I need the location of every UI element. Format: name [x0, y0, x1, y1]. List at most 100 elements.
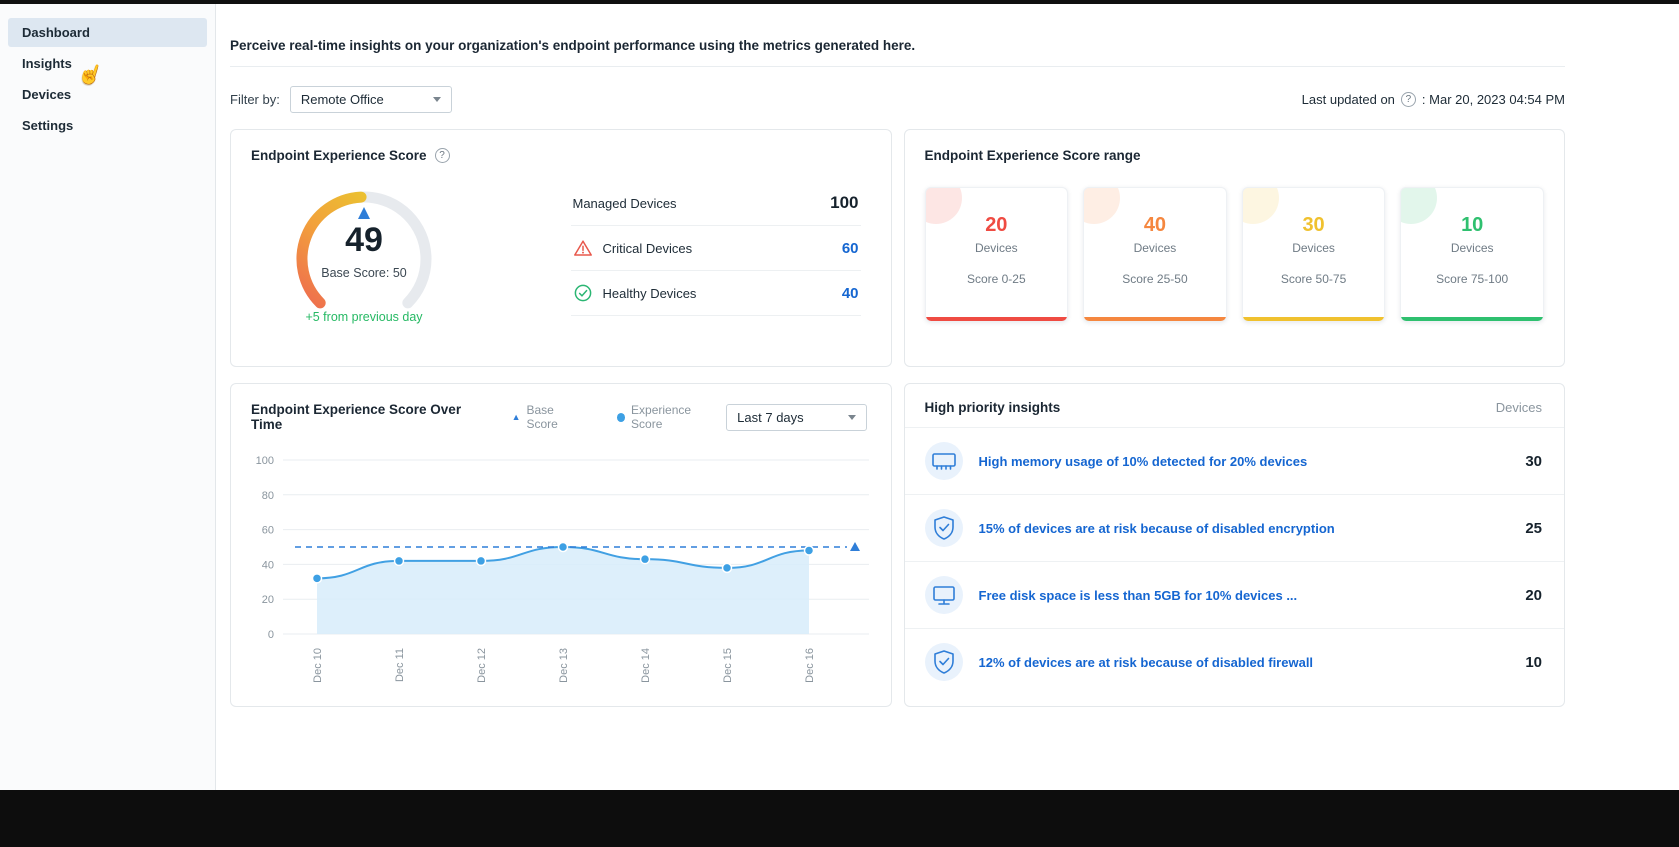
sidebar-item-label: Devices [22, 87, 72, 102]
insight-row-firewall: 12% of devices are at risk because of di… [905, 629, 1565, 695]
stat-label: Managed Devices [572, 195, 677, 211]
healthy-devices-count: 40 [841, 284, 859, 302]
score-trend-chart: 0 20 40 60 80 100 Dec 10 Dec 11 Dec 12 Dec 13 Dec … [256, 455, 869, 683]
insight-link[interactable]: Free disk space is less than 5GB for 10%… [979, 588, 1298, 603]
divider [230, 66, 1565, 67]
chevron-down-icon [847, 414, 856, 420]
score-range-list: 20 Devices Score 0-25 40 Devices Score 2… [905, 163, 1565, 322]
dot-marker-icon [616, 412, 626, 422]
range-box-50-75[interactable]: 30 Devices Score 50-75 [1241, 187, 1386, 322]
range-color-bar [1242, 317, 1385, 321]
sidebar-item-insights[interactable]: Insights [8, 49, 207, 78]
filter-by-label: Filter by: [230, 91, 280, 107]
chart-area: 0 20 40 60 80 100 Dec 10 Dec 11 Dec 12 Dec 13 Dec … [231, 432, 891, 703]
legend-base-score[interactable]: ▲ Base Score [512, 403, 583, 431]
insight-row-memory: High memory usage of 10% detected for 20… [904, 428, 1564, 495]
check-circle-icon [573, 283, 593, 303]
insight-row-encryption: 15% of devices are at risk because of di… [904, 495, 1564, 562]
svg-text:20: 20 [262, 594, 274, 606]
period-dropdown[interactable]: Last 7 days [726, 403, 867, 431]
card-title: High priority insights [924, 400, 1061, 415]
insight-link[interactable]: 12% of devices are at risk because of di… [979, 655, 1314, 670]
card-title: Endpoint Experience Score [251, 148, 427, 163]
critical-devices-count: 60 [841, 239, 859, 257]
base-score-marker-icon [358, 207, 370, 219]
app-window: Dashboard Insights Devices Settings ☝ Pe… [0, 4, 1679, 790]
range-devices-label: Devices [1133, 241, 1177, 255]
gauge-score-value: 49 [345, 221, 383, 259]
main-content: Perceive real-time insights on your orga… [217, 4, 1679, 790]
insight-link[interactable]: High memory usage of 10% detected for 20… [979, 454, 1308, 469]
score-over-time-card: Endpoint Experience Score Over Time ▲ Ba… [230, 383, 892, 707]
svg-text:0: 0 [268, 629, 274, 641]
stat-label: Critical Devices [602, 240, 693, 256]
monitor-icon [924, 576, 963, 614]
chevron-down-icon [432, 96, 441, 102]
range-color-bar [1401, 317, 1543, 321]
experience-score-card: Endpoint Experience Score ? 49 Base Scor… [230, 129, 892, 367]
sidebar-item-settings[interactable]: Settings [8, 111, 207, 140]
sidebar: Dashboard Insights Devices Settings ☝ [0, 4, 216, 790]
range-devices-label: Devices [974, 241, 1018, 255]
bottom-black-bar [0, 790, 1679, 847]
range-box-75-100[interactable]: 10 Devices Score 75-100 [1400, 187, 1544, 322]
filter-dropdown-value: Remote Office [300, 91, 384, 107]
stat-label: Healthy Devices [602, 285, 697, 301]
range-devices-label: Devices [1450, 241, 1494, 255]
devices-column-header: Devices [1495, 400, 1542, 415]
range-score-label: Score 25-50 [1122, 272, 1188, 286]
insight-link[interactable]: 15% of devices are at risk because of di… [979, 521, 1335, 536]
svg-text:40: 40 [262, 559, 274, 571]
insight-device-count: 10 [1525, 653, 1542, 671]
sidebar-item-label: Settings [22, 118, 74, 133]
managed-devices-count: 100 [830, 193, 859, 212]
shield-check-icon [924, 509, 963, 547]
range-device-count: 30 [1302, 214, 1325, 236]
memory-icon [924, 442, 963, 480]
range-device-count: 10 [1461, 214, 1484, 236]
svg-text:Dec 12: Dec 12 [476, 648, 488, 683]
gauge-delta-text: +5 from previous day [305, 310, 423, 324]
range-box-0-25[interactable]: 20 Devices Score 0-25 [924, 187, 1069, 322]
svg-text:Dec 13: Dec 13 [558, 648, 570, 683]
svg-text:100: 100 [256, 455, 274, 467]
sidebar-item-devices[interactable]: Devices [8, 80, 207, 109]
svg-text:60: 60 [262, 525, 274, 537]
page-description: Perceive real-time insights on your orga… [230, 38, 916, 53]
insights-header: High priority insights Devices [904, 384, 1564, 428]
insight-row-disk-space: Free disk space is less than 5GB for 10%… [904, 562, 1564, 629]
filter-row: Filter by: Remote Office Last updated on… [230, 85, 1565, 113]
top-black-bar [0, 0, 1679, 4]
card-title: Endpoint Experience Score range [924, 148, 1141, 163]
high-priority-insights-card: High priority insights Devices High memo… [903, 383, 1565, 707]
svg-text:Dec 16: Dec 16 [804, 648, 816, 683]
warning-triangle-icon [573, 238, 593, 258]
legend-experience-score[interactable]: Experience Score [616, 403, 718, 431]
triangle-marker-icon: ▲ [511, 411, 521, 422]
screen: Dashboard Insights Devices Settings ☝ Pe… [0, 0, 1679, 847]
svg-text:Dec 14: Dec 14 [640, 648, 652, 683]
critical-devices-row: Critical Devices 60 [570, 226, 861, 271]
svg-text:Dec 10: Dec 10 [312, 648, 324, 683]
sidebar-item-dashboard[interactable]: Dashboard [8, 18, 207, 47]
range-box-25-50[interactable]: 40 Devices Score 25-50 [1083, 187, 1227, 322]
filter-dropdown[interactable]: Remote Office [289, 85, 452, 113]
managed-devices-row: Managed Devices 100 [570, 181, 861, 226]
gauge-base-score-label: Base Score: 50 [321, 266, 407, 280]
range-score-label: Score 75-100 [1436, 272, 1509, 286]
range-color-bar [1084, 317, 1226, 321]
svg-text:Dec 15: Dec 15 [722, 648, 734, 683]
healthy-devices-row: Healthy Devices 40 [570, 271, 861, 316]
help-icon[interactable]: ? [1400, 91, 1416, 107]
range-score-label: Score 0-25 [966, 272, 1026, 286]
range-device-count: 40 [1143, 214, 1167, 236]
period-dropdown-value: Last 7 days [737, 409, 804, 425]
card-title: Endpoint Experience Score Over Time [251, 402, 462, 432]
help-icon[interactable]: ? [434, 148, 450, 163]
svg-text:80: 80 [262, 490, 274, 502]
insight-device-count: 20 [1525, 586, 1542, 604]
range-device-count: 20 [985, 214, 1008, 236]
insight-device-count: 30 [1525, 452, 1542, 470]
last-updated-value: : Mar 20, 2023 04:54 PM [1421, 91, 1565, 107]
score-range-card: Endpoint Experience Score range 20 Devic… [903, 129, 1565, 367]
